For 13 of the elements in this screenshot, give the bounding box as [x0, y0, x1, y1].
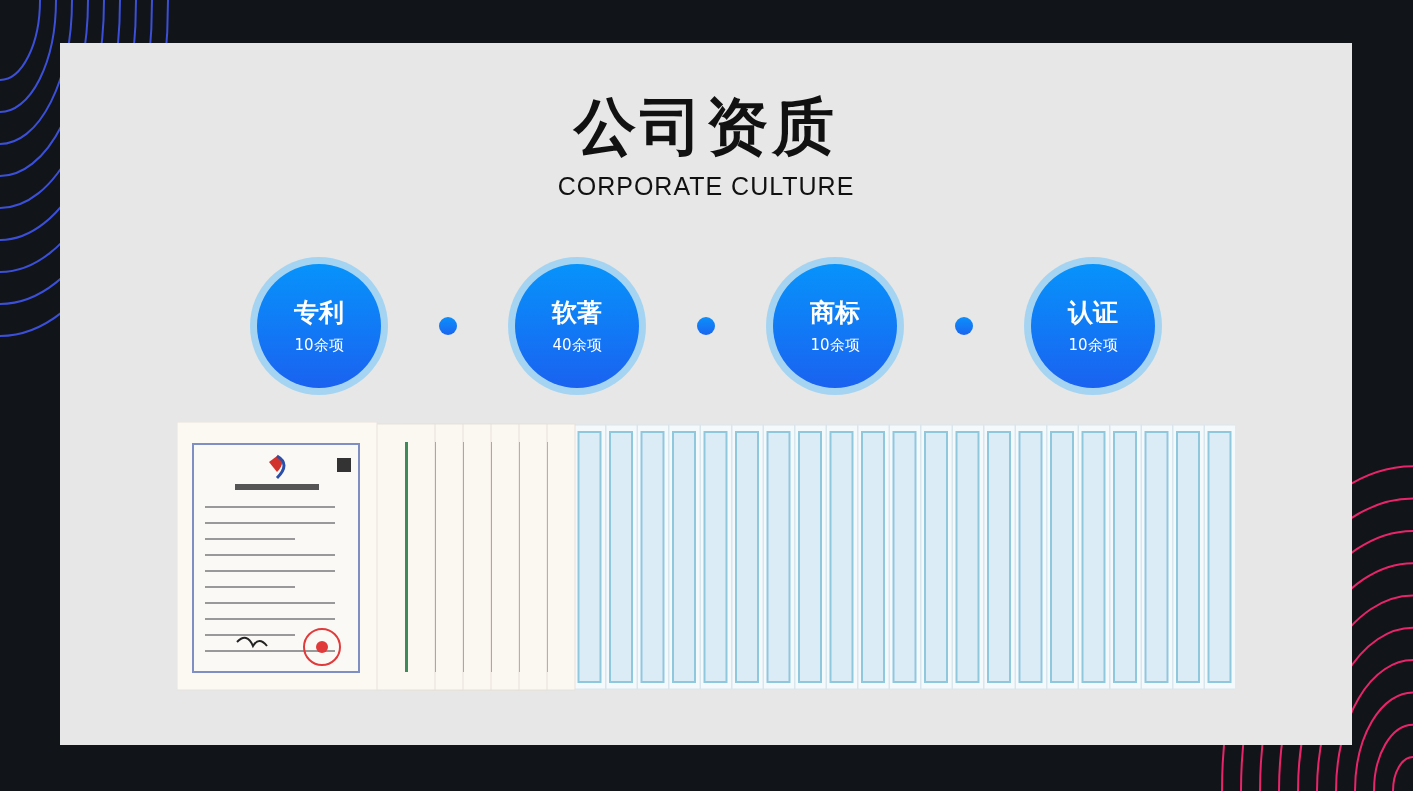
section-title: 公司资质	[574, 91, 838, 163]
stat-count: 10余项	[810, 335, 860, 355]
stat-count: 40余项	[552, 335, 602, 355]
stat-label: 软著	[552, 297, 602, 329]
section-subtitle: CORPORATE CULTURE	[557, 171, 855, 201]
stat-label: 专利	[294, 297, 344, 329]
separator-dot	[955, 317, 973, 335]
separator-dot	[697, 317, 715, 335]
stat-count: 10余项	[1068, 335, 1118, 355]
stat-label: 认证	[1068, 297, 1118, 329]
stat-label: 商标	[810, 297, 860, 329]
stat-count: 10余项	[294, 335, 344, 355]
separator-dot	[439, 317, 457, 335]
